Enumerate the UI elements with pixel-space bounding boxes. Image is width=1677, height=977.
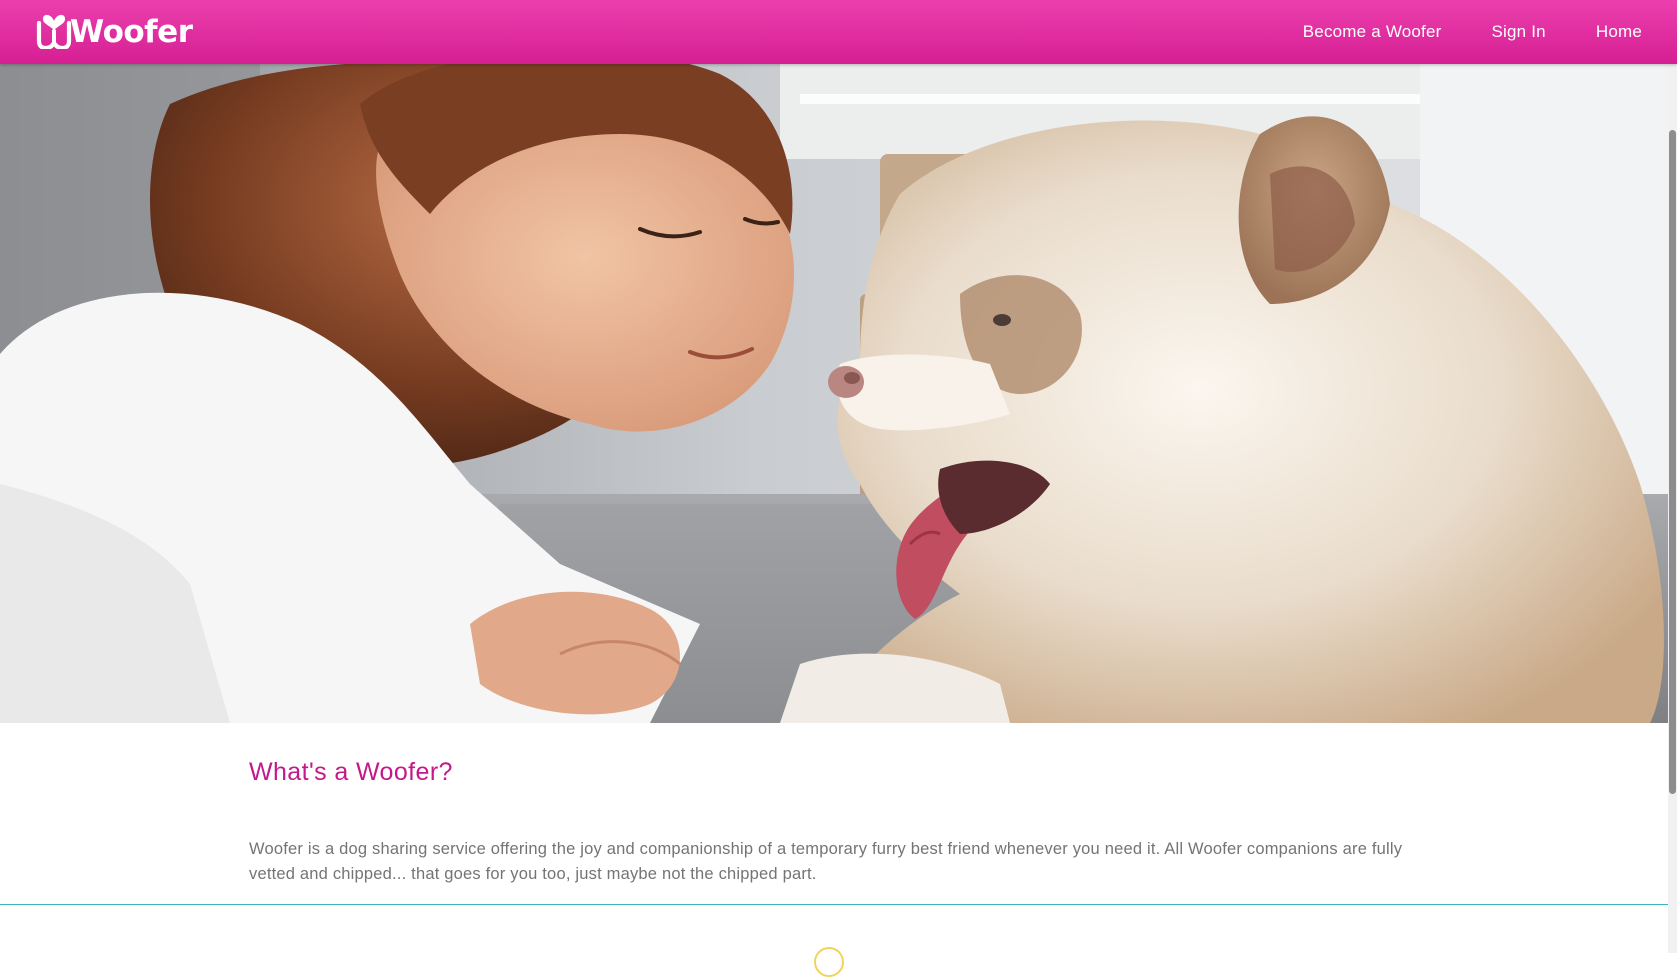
page-scrollbar[interactable] xyxy=(1668,64,1677,953)
next-section-circle-icon xyxy=(814,947,844,977)
main-nav: Become a Woofer Sign In Home xyxy=(1253,0,1642,64)
hero-banner xyxy=(0,64,1677,723)
brand-name: Woofer xyxy=(70,14,193,50)
about-description: Woofer is a dog sharing service offering… xyxy=(249,840,1403,883)
woofer-logo[interactable]: Woofer xyxy=(36,9,193,50)
woman-and-husky-hero-photo xyxy=(0,64,1677,723)
nav-become-woofer-link[interactable]: Become a Woofer xyxy=(1303,22,1442,42)
about-title: What's a Woofer? xyxy=(249,758,453,786)
nav-sign-in-link[interactable]: Sign In xyxy=(1492,22,1546,42)
page-scrollbar-thumb[interactable] xyxy=(1669,130,1676,794)
heart-bone-w-logo-icon xyxy=(36,14,72,49)
top-navbar: Woofer Become a Woofer Sign In Home xyxy=(0,0,1677,64)
about-section: What's a Woofer? Woofer is a dog sharing… xyxy=(249,758,1419,887)
section-divider xyxy=(0,904,1668,905)
nav-home-link[interactable]: Home xyxy=(1596,22,1642,42)
